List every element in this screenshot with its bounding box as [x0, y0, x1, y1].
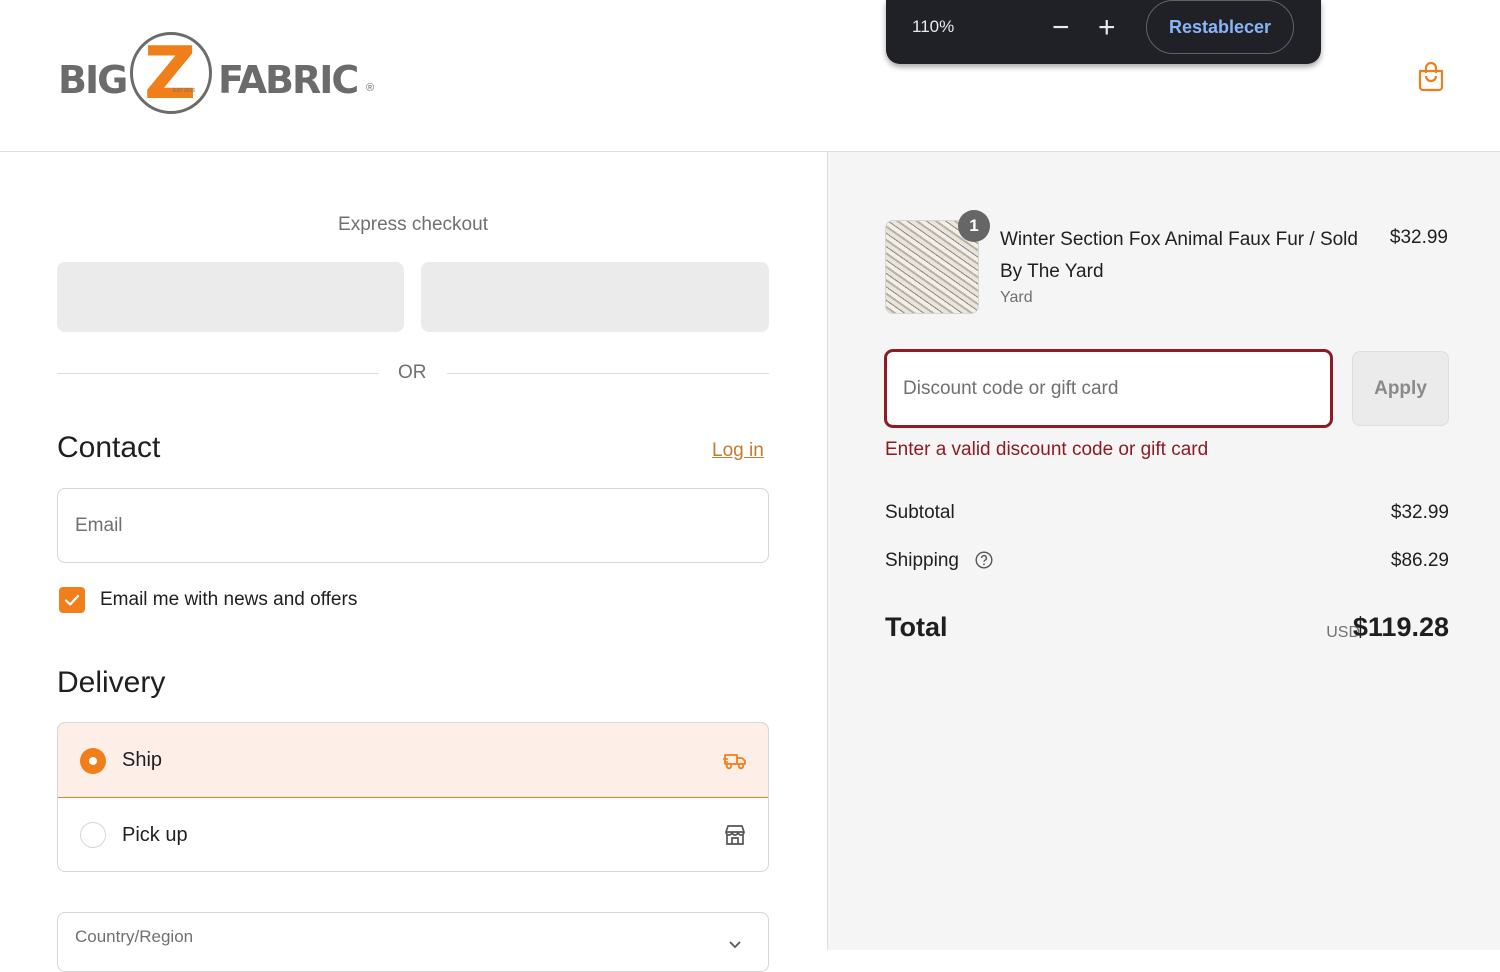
subtotal-label: Subtotal — [885, 502, 955, 523]
product-name: Winter Section Fox Animal Faux Fur / Sol… — [1000, 229, 1358, 282]
zoom-level: 110% — [912, 17, 955, 36]
discount-error-message: Enter a valid discount code or gift card — [885, 439, 1209, 460]
truck-icon — [723, 754, 746, 770]
or-divider-right — [447, 373, 769, 374]
help-circle-icon[interactable] — [975, 551, 993, 569]
shipping-label: Shipping — [885, 550, 959, 571]
ship-label: Ship — [122, 749, 163, 771]
zoom-in-button[interactable]: + — [1098, 8, 1116, 48]
product-price: $32.99 — [1389, 227, 1448, 248]
subtotal-value: $32.99 — [1390, 502, 1449, 523]
express-pay-button-2[interactable] — [421, 262, 769, 332]
total-value: $119.28 — [1352, 612, 1449, 642]
newsletter-label: Email me with news and offers — [100, 589, 358, 610]
logo-big-text: BIG — [58, 58, 128, 102]
login-link[interactable]: Log in — [712, 440, 764, 462]
pickup-radio[interactable] — [80, 822, 106, 848]
store-icon — [725, 825, 745, 845]
delivery-option-pickup[interactable]: Pick up — [58, 798, 768, 871]
logo-z-letter: Z — [144, 31, 197, 115]
chevron-down-icon — [729, 941, 741, 949]
country-region-select[interactable]: Country/Region — [57, 912, 769, 972]
apply-discount-button[interactable]: Apply — [1352, 351, 1449, 426]
delivery-heading: Delivery — [57, 666, 166, 699]
logo-registered-mark: ® — [366, 82, 375, 94]
bigzfabric-logo[interactable]: BIG Z EST 2016 FABRIC ® — [58, 30, 378, 122]
pickup-label: Pick up — [122, 824, 188, 846]
delivery-method-group: Ship Pick up — [57, 722, 769, 872]
shopping-bag-icon[interactable] — [1416, 60, 1446, 92]
ship-radio[interactable] — [80, 748, 106, 774]
logo-fabric-text: FABRIC — [218, 58, 359, 102]
or-divider-left — [57, 373, 379, 374]
checkmark-icon — [64, 594, 80, 606]
product-variant: Yard — [1000, 289, 1033, 306]
logo-est-text: EST 2016 — [173, 88, 196, 94]
product-quantity-badge: 1 — [958, 210, 990, 242]
browser-zoom-popup: 110% − + Restablecer — [886, 0, 1321, 64]
checkout-form-panel: Express checkout OR Contact Log in Email… — [0, 152, 827, 972]
contact-heading: Contact — [57, 431, 161, 464]
shipping-value: $86.29 — [1390, 550, 1449, 571]
country-region-label: Country/Region — [75, 927, 194, 946]
or-divider-label: OR — [398, 362, 427, 383]
express-checkout-title: Express checkout — [338, 214, 488, 235]
zoom-reset-button[interactable]: Restablecer — [1146, 0, 1294, 54]
email-field[interactable] — [57, 488, 769, 563]
newsletter-checkbox[interactable] — [59, 587, 85, 613]
express-pay-button-1[interactable] — [57, 262, 404, 332]
zoom-out-button[interactable]: − — [1052, 8, 1070, 48]
site-header: BIG Z EST 2016 FABRIC ® 110% − + Restabl… — [0, 0, 1500, 152]
total-label: Total — [885, 612, 948, 642]
delivery-option-ship[interactable]: Ship — [58, 723, 768, 798]
discount-code-input[interactable] — [884, 349, 1333, 428]
order-summary-panel: 1 Winter Section Fox Animal Faux Fur / S… — [827, 152, 1500, 950]
